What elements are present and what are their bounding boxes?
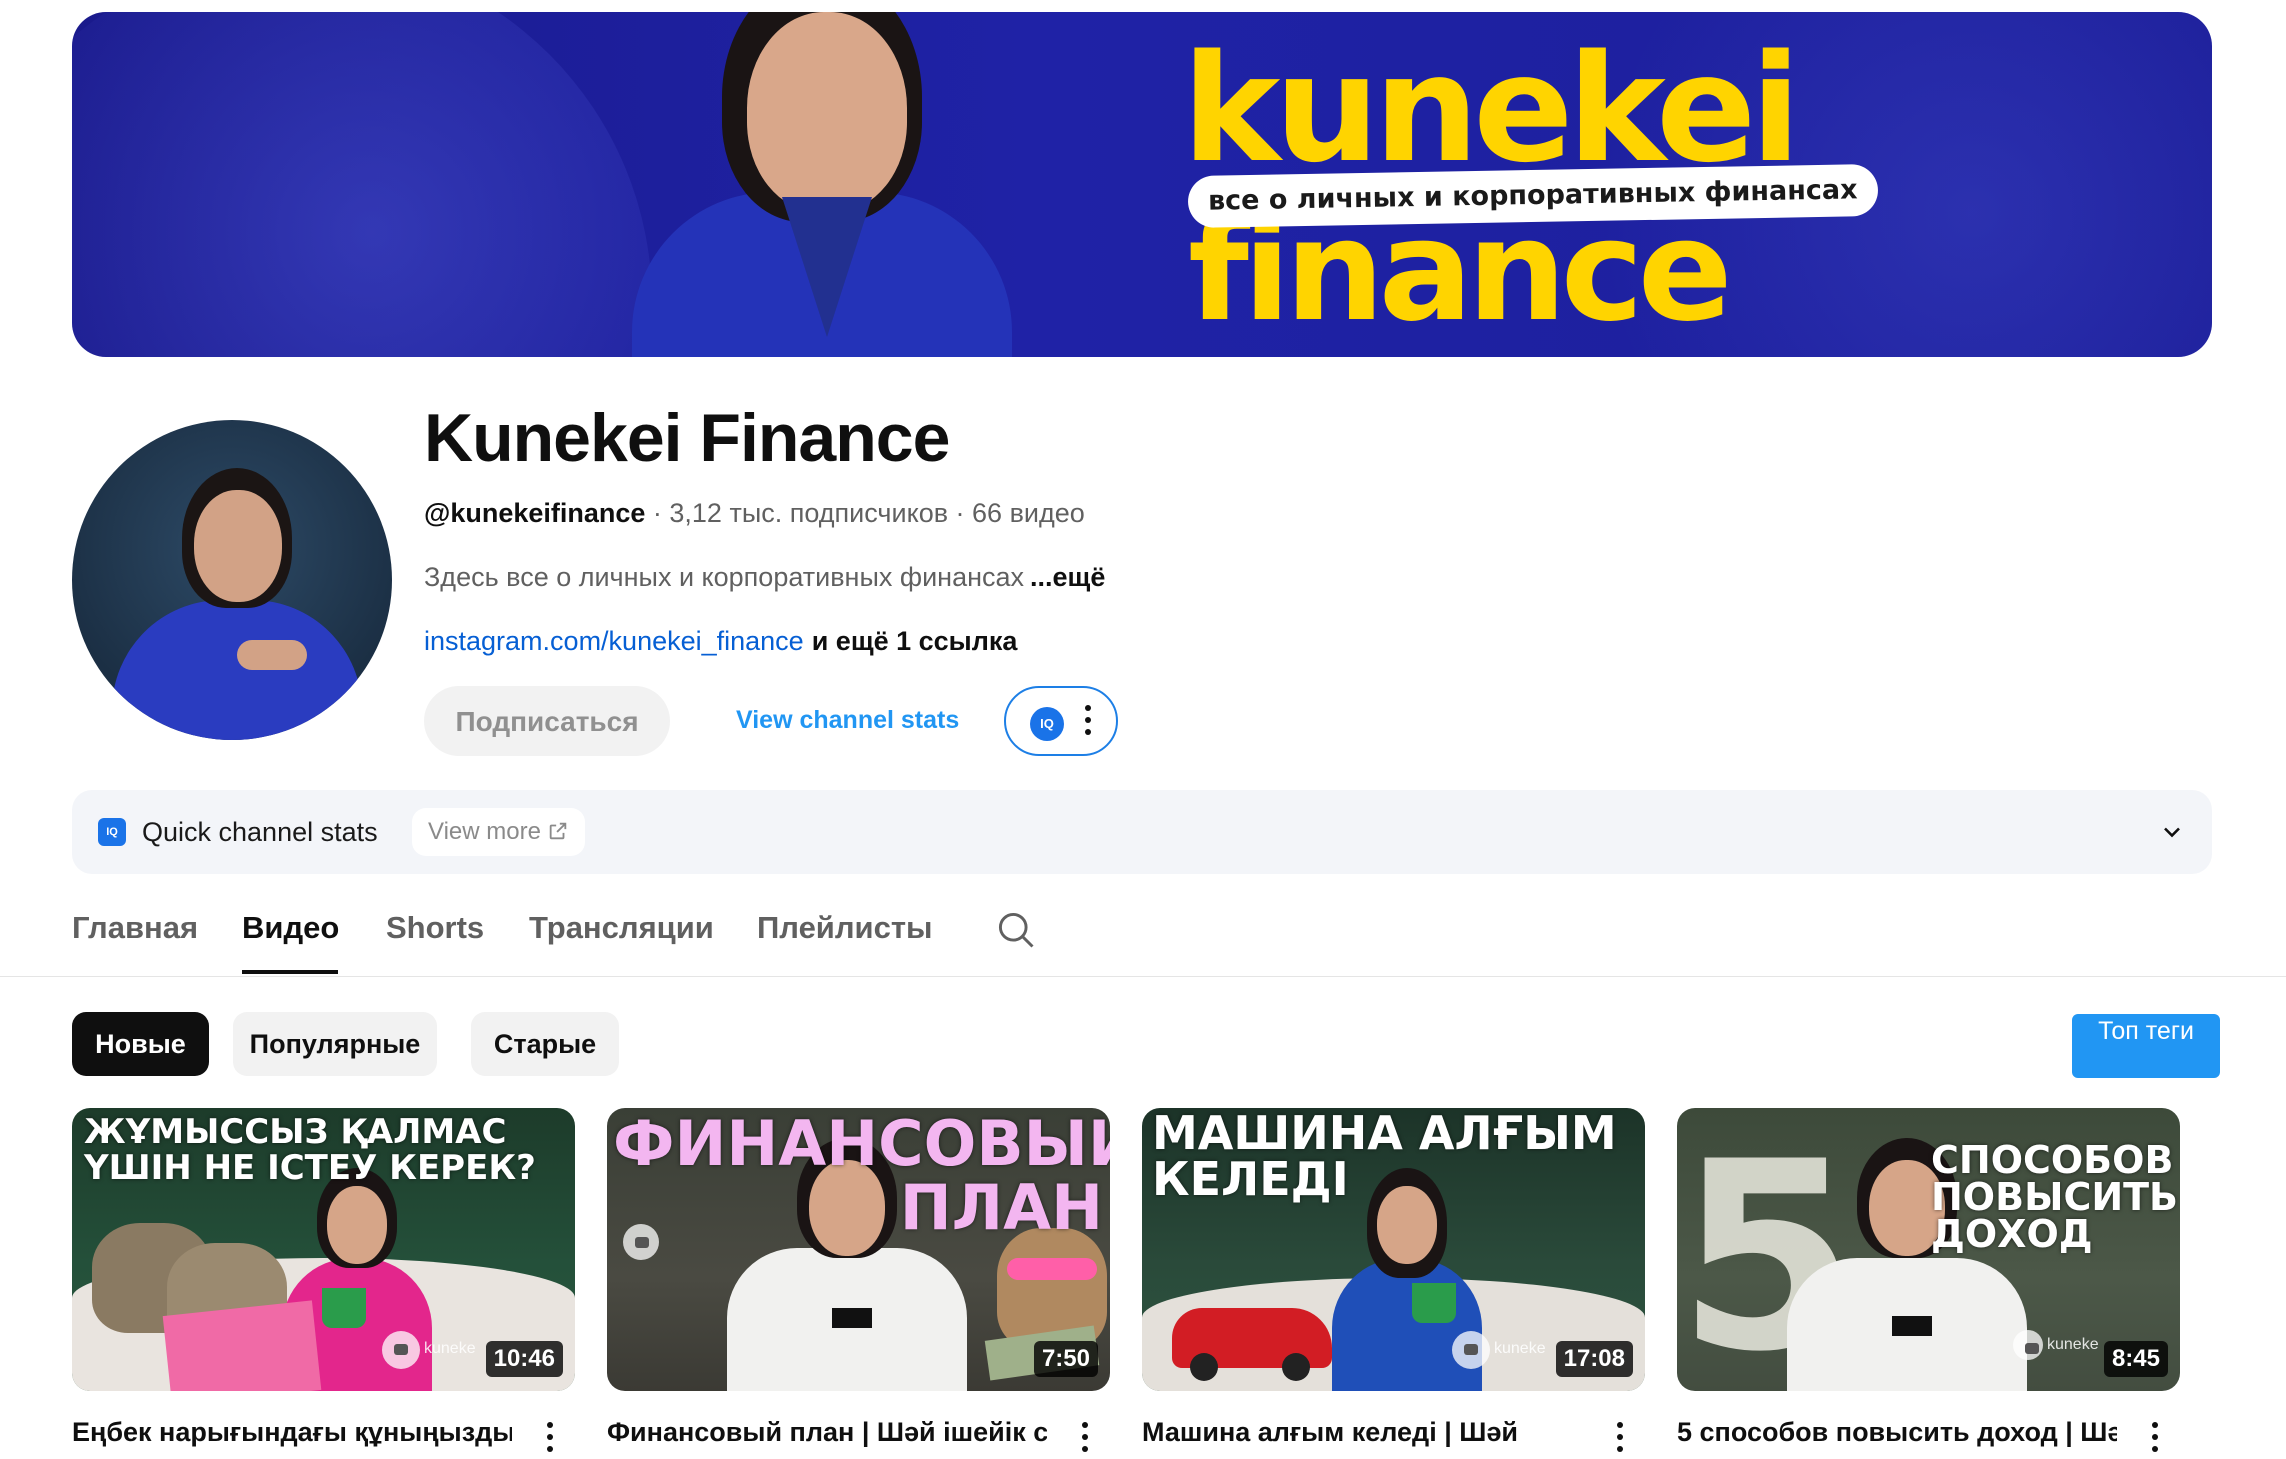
quick-channel-stats[interactable]: IQ Quick channel stats View more (72, 790, 2212, 874)
description-more-link[interactable]: ...ещё (1030, 562, 1105, 592)
video-thumbnail[interactable]: ЖҰМЫССЫЗ ҚАЛМАС ҮШІН НЕ ІСТЕУ КЕРЕК? kun… (72, 1108, 575, 1391)
top-tags-button[interactable]: Топ теги (2072, 1014, 2220, 1078)
active-tab-indicator (242, 970, 338, 974)
filter-popular[interactable]: Популярные (233, 1012, 437, 1076)
channel-watermark-icon (1452, 1331, 1490, 1369)
banner-photo (632, 12, 1012, 357)
tab-videos[interactable]: Видео (242, 900, 339, 956)
banner-decoration (72, 12, 652, 357)
video-card[interactable]: МАШИНА АЛҒЫМ КЕЛЕДІ kuneke 17:08 Машина … (1142, 1108, 1645, 1452)
thumbnail-text: ФИНАНСОВЫЙ ПЛАН (613, 1108, 1110, 1244)
video-thumbnail[interactable]: ФИНАНСОВЫЙ ПЛАН 7:50 (607, 1108, 1110, 1391)
channel-watermark-icon (382, 1331, 420, 1369)
video-thumbnail[interactable]: 5 СПОСОБОВ ПОВЫСИТЬ ДОХОД kuneke 8:45 (1677, 1108, 2180, 1391)
more-vert-icon[interactable] (2151, 1422, 2159, 1456)
vidiq-icon: IQ (98, 818, 126, 846)
video-duration: 17:08 (1555, 1341, 1633, 1377)
video-thumbnail[interactable]: МАШИНА АЛҒЫМ КЕЛЕДІ kuneke 17:08 (1142, 1108, 1645, 1391)
channel-watermark-icon (623, 1224, 659, 1260)
channel-name: Kunekei Finance (424, 400, 950, 476)
filter-oldest[interactable]: Старые (471, 1012, 619, 1076)
instagram-link[interactable]: instagram.com/kunekei_finance (424, 626, 804, 656)
tab-live[interactable]: Трансляции (529, 900, 714, 956)
video-duration: 7:50 (1033, 1341, 1098, 1377)
thumbnail-text: СПОСОБОВ ПОВЫСИТЬ ДОХОД (1931, 1138, 2179, 1256)
video-title[interactable]: 5 способов повысить доход | Шәй (1677, 1414, 2117, 1450)
channel-watermark: kuneke (424, 1340, 476, 1357)
video-duration: 10:46 (485, 1341, 563, 1377)
channel-stats: · 3,12 тыс. подписчиков · 66 видео (645, 498, 1085, 528)
external-link-icon (549, 822, 567, 840)
more-links[interactable]: и ещё 1 ссылка (812, 626, 1018, 656)
channel-avatar[interactable] (72, 420, 392, 740)
more-vert-icon[interactable] (1616, 1422, 1624, 1456)
book-image (162, 1300, 322, 1391)
channel-meta: @kunekeifinance · 3,12 тыс. подписчиков … (424, 496, 1085, 530)
video-title[interactable]: Машина алғым келеді | Шәй (1142, 1414, 1582, 1450)
more-vert-icon[interactable] (1081, 1422, 1089, 1456)
subscribe-button[interactable]: Подписаться (424, 686, 670, 756)
chevron-down-icon[interactable] (2158, 818, 2186, 846)
view-more-label: View more (428, 818, 541, 845)
channel-links: instagram.com/kunekei_finance и ещё 1 ссы… (424, 624, 1017, 658)
search-icon[interactable] (994, 908, 1038, 952)
tab-home[interactable]: Главная (72, 900, 198, 956)
video-title[interactable]: Финансовый план | Шәй ішейік с (607, 1414, 1047, 1450)
vidiq-menu-button[interactable]: IQ (1004, 686, 1118, 756)
sunglasses-image (1007, 1258, 1097, 1280)
video-card[interactable]: ФИНАНСОВЫЙ ПЛАН 7:50 Финансовый план | Ш… (607, 1108, 1110, 1452)
filter-new[interactable]: Новые (72, 1012, 209, 1076)
tab-shorts[interactable]: Shorts (386, 900, 484, 956)
thumbnail-text: МАШИНА АЛҒЫМ КЕЛЕДІ (1152, 1108, 1617, 1206)
channel-watermark: kuneke (1494, 1340, 1546, 1357)
banner-brand-top: kunekei (1182, 23, 1801, 195)
description-text: Здесь все о личных и корпоративных финан… (424, 562, 1025, 592)
channel-watermark: kuneke (2047, 1336, 2099, 1353)
tabs-divider (0, 976, 2286, 977)
more-vert-icon[interactable] (546, 1422, 554, 1456)
view-channel-stats-button[interactable]: View channel stats (736, 700, 959, 740)
more-vert-icon (1084, 705, 1092, 741)
quick-stats-label: Quick channel stats (142, 817, 378, 847)
tab-playlists[interactable]: Плейлисты (757, 900, 933, 956)
video-card[interactable]: 5 СПОСОБОВ ПОВЫСИТЬ ДОХОД kuneke 8:45 5 … (1677, 1108, 2180, 1452)
thumbnail-text: ЖҰМЫССЫЗ ҚАЛМАС ҮШІН НЕ ІСТЕУ КЕРЕК? (84, 1112, 536, 1188)
channel-banner: kunekei finance все о личных и корпорати… (72, 12, 2212, 357)
vidiq-icon: IQ (1030, 707, 1064, 741)
channel-description[interactable]: Здесь все о личных и корпоративных финан… (424, 560, 1105, 594)
channel-handle: @kunekeifinance (424, 498, 646, 528)
video-card[interactable]: ЖҰМЫССЫЗ ҚАЛМАС ҮШІН НЕ ІСТЕУ КЕРЕК? kun… (72, 1108, 575, 1452)
channel-watermark-icon (2013, 1330, 2043, 1360)
view-more-button[interactable]: View more (412, 808, 585, 856)
video-duration: 8:45 (2103, 1341, 2168, 1377)
video-title[interactable]: Еңбек нарығындағы құныңызды (72, 1414, 512, 1450)
